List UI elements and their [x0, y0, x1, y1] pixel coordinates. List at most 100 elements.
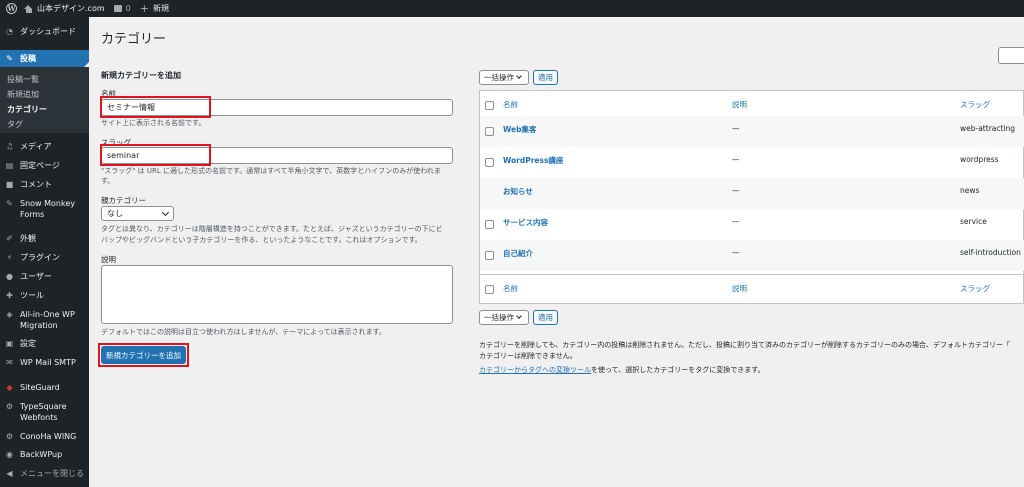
plugin-icon: ⚡ [6, 253, 13, 262]
slug-highlight-box [100, 144, 211, 166]
comment-icon: ■ [5, 180, 14, 189]
menu-comments[interactable]: ■ コメント [0, 179, 89, 190]
row-checkbox[interactable] [485, 220, 494, 229]
menu-label: SiteGuard [20, 383, 60, 392]
page-icon: ▤ [5, 161, 14, 170]
menu-label: ConoHa WING [20, 432, 77, 441]
category-name-link[interactable]: Web集客 [503, 124, 536, 135]
submenu-tags[interactable]: タグ [7, 119, 23, 130]
table-row: Web集客 — web-attracting [480, 116, 1024, 147]
menu-tools[interactable]: ✚ ツール [0, 290, 89, 301]
menu-users[interactable]: ● ユーザー [0, 271, 89, 282]
category-name-link[interactable]: サービス内容 [503, 217, 548, 228]
submit-highlight-box [98, 343, 189, 367]
menu-label: ユーザー [20, 272, 52, 281]
select-all-checkbox[interactable] [485, 101, 494, 110]
wordpress-logo-icon[interactable]: W [6, 3, 17, 14]
category-name-link[interactable]: お知らせ [503, 186, 533, 197]
media-icon: ♫ [5, 142, 14, 151]
pin-icon: ✎ [6, 199, 13, 208]
menu-label: Snow Monkey Forms [20, 199, 75, 219]
pin-icon: ✎ [6, 54, 13, 63]
menu-label: 固定ページ [20, 161, 60, 170]
menu-label: ダッシュボード [20, 27, 76, 36]
name-highlight-box [100, 96, 211, 118]
description-label: 説明 [101, 255, 116, 264]
menu-backwpup[interactable]: ◉ BackWPup [0, 449, 89, 460]
comments-link[interactable]: 0 [113, 4, 131, 13]
table-row: サービス内容 — service [480, 209, 1024, 240]
column-slug-header[interactable]: スラッグ [960, 99, 990, 110]
parent-label: 親カテゴリー [101, 196, 146, 205]
category-description: — [732, 248, 740, 257]
brush-icon: ✐ [6, 234, 13, 243]
siteguard-icon: ◆ [6, 383, 13, 392]
submenu-all-posts[interactable]: 投稿一覧 [7, 74, 39, 85]
menu-media[interactable]: ♫ メディア [0, 141, 89, 152]
column-description-header[interactable]: 説明 [732, 99, 747, 110]
plus-icon: + [139, 2, 149, 15]
submenu-categories[interactable]: カテゴリー [7, 104, 47, 115]
backwpup-icon: ◉ [6, 450, 13, 459]
parent-category-select[interactable]: なし [101, 206, 174, 221]
table-footer-row: 名前 説明 スラッグ [480, 274, 1024, 305]
collapse-icon: ◀ [6, 469, 13, 478]
column-name-footer[interactable]: 名前 [503, 283, 518, 294]
new-label: 新規 [152, 4, 169, 13]
description-textarea[interactable] [101, 265, 453, 324]
menu-pages[interactable]: ▤ 固定ページ [0, 160, 89, 171]
category-slug: self-introduction [960, 248, 1021, 257]
admin-sidebar: ◔ ダッシュボード ✎ 投稿 投稿一覧 新規追加 カテゴリー タグ ♫ メディア… [0, 17, 89, 487]
site-name-link[interactable]: 山本デザイン.com [24, 3, 105, 14]
menu-dashboard[interactable]: ◔ ダッシュボード [0, 26, 89, 37]
row-checkbox[interactable] [485, 127, 494, 136]
row-checkbox[interactable] [485, 251, 494, 260]
home-icon [24, 4, 33, 13]
apply-button-top[interactable]: 適用 [533, 70, 558, 85]
column-name-header[interactable]: 名前 [503, 99, 518, 110]
menu-siteguard[interactable]: ◆ SiteGuard [0, 382, 89, 393]
convert-note: カテゴリーからタグへの変換ツールを使って、選択したカテゴリーをタグに変換できます… [479, 365, 1024, 375]
chevron-down-icon [516, 313, 522, 319]
menu-label: BackWPup [20, 450, 63, 459]
parent-selected-value: なし [107, 209, 123, 218]
bulk-actions-select-top[interactable]: 一括操作 [479, 70, 529, 85]
category-slug: service [960, 217, 987, 226]
category-name-link[interactable]: 自己紹介 [503, 248, 533, 259]
menu-label: 投稿 [20, 54, 36, 63]
menu-label: WP Mail SMTP [20, 358, 76, 367]
collapse-menu-button[interactable]: ◀ メニューを閉じる [0, 468, 89, 479]
category-description: — [732, 186, 740, 195]
select-all-checkbox-footer[interactable] [485, 285, 494, 294]
delete-note-line-2: カテゴリーは削除できません。 [479, 352, 577, 360]
new-content-link[interactable]: + 新規 [140, 3, 169, 14]
submenu-add-new[interactable]: 新規追加 [7, 89, 39, 100]
typesquare-icon: ⚙ [5, 402, 14, 411]
column-slug-footer[interactable]: スラッグ [960, 283, 990, 294]
wrench-icon: ✚ [6, 291, 13, 300]
menu-appearance[interactable]: ✐ 外観 [0, 233, 89, 244]
menu-conoha-wing[interactable]: ⚙ ConoHa WING [0, 431, 89, 442]
menu-settings[interactable]: ▣ 設定 [0, 338, 89, 349]
search-input[interactable] [998, 47, 1024, 64]
category-name-link[interactable]: WordPress講座 [503, 155, 563, 166]
row-checkbox[interactable] [485, 158, 494, 167]
menu-snow-monkey-forms[interactable]: ✎ Snow Monkey Forms [0, 198, 89, 220]
bulk-actions-select-bottom[interactable]: 一括操作 [479, 310, 529, 325]
menu-wp-mail-smtp[interactable]: ✉ WP Mail SMTP [0, 357, 89, 368]
user-icon: ● [6, 272, 13, 281]
parent-description-2: バップやビッグバンドという子カテゴリーを作る、といったようなことです。これはオプ… [101, 236, 422, 244]
menu-plugins[interactable]: ⚡ プラグイン [0, 252, 89, 263]
menu-label: メニューを閉じる [20, 469, 84, 478]
comment-bubble-icon [113, 5, 122, 12]
mail-icon: ✉ [6, 358, 13, 367]
menu-typesquare[interactable]: ⚙ TypeSquare Webfonts [0, 401, 89, 423]
description-help: デフォルトではこの説明は目立つ使われ方はしませんが、テーマによっては表示されます… [101, 328, 386, 336]
column-description-footer[interactable]: 説明 [732, 283, 747, 294]
menu-posts[interactable]: ✎ 投稿 [0, 50, 89, 67]
category-tag-converter-link[interactable]: カテゴリーからタグへの変換ツール [479, 366, 591, 374]
menu-all-in-one-migration[interactable]: ◈ All-in-One WP Migration [0, 309, 89, 331]
apply-button-bottom[interactable]: 適用 [533, 310, 558, 325]
menu-label: All-in-One WP Migration [20, 310, 75, 330]
page-title: カテゴリー [101, 32, 167, 47]
